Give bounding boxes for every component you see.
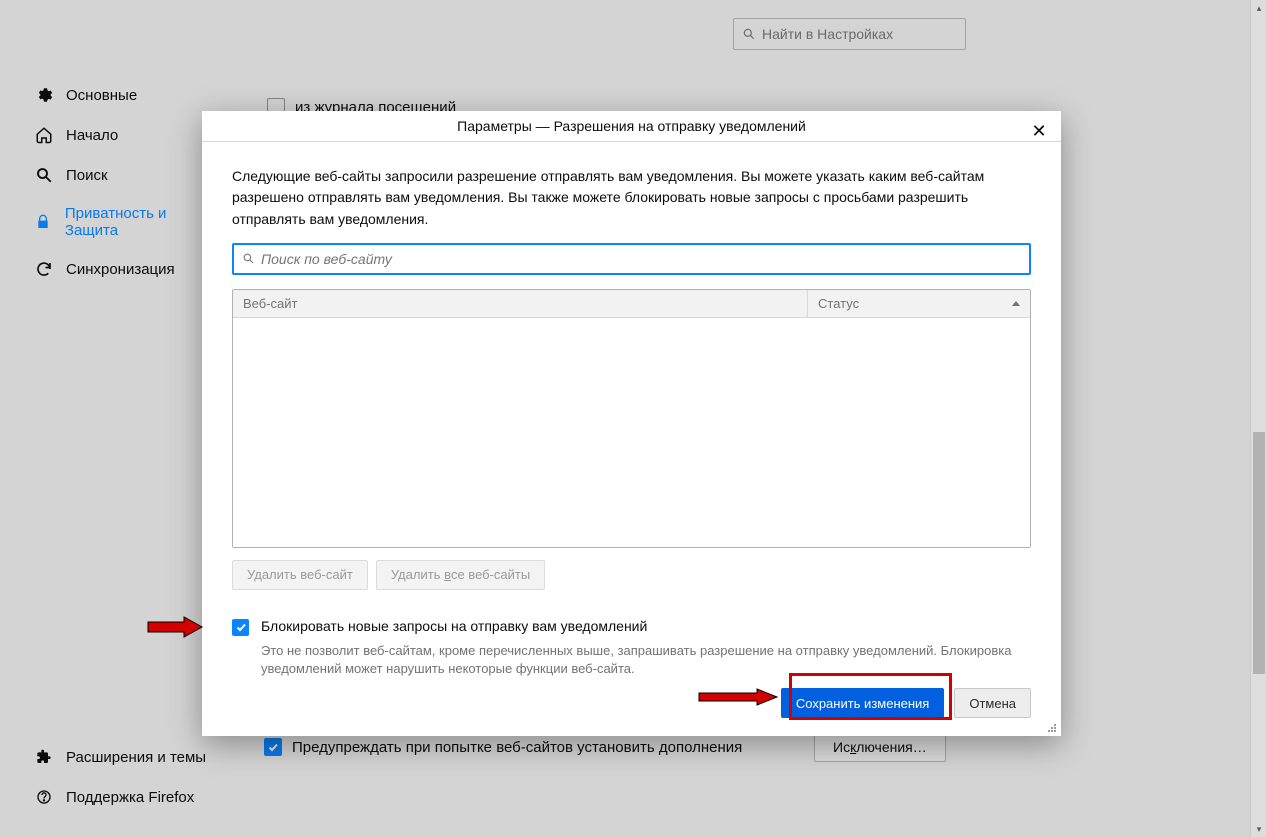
- scroll-down-icon[interactable]: ▾: [1251, 821, 1266, 837]
- dialog-title: Параметры — Разрешения на отправку уведо…: [457, 118, 806, 134]
- block-new-requests-row: Блокировать новые запросы на отправку ва…: [232, 618, 1031, 636]
- notification-permissions-dialog: Параметры — Разрешения на отправку уведо…: [202, 111, 1061, 736]
- block-checkbox-hint: Это не позволит веб-сайтам, кроме перечи…: [261, 642, 1031, 678]
- settings-search[interactable]: Найти в Настройках: [733, 18, 966, 50]
- sync-icon: [34, 259, 54, 279]
- gear-icon: [34, 85, 54, 105]
- sidebar-item-privacy[interactable]: Приватность и Защита: [0, 195, 225, 249]
- exceptions-button[interactable]: Исключения…: [814, 732, 946, 762]
- sidebar-item-label: Поддержка Firefox: [66, 789, 194, 806]
- help-icon: [34, 787, 54, 807]
- sidebar-item-home[interactable]: Начало: [0, 115, 225, 155]
- sidebar-item-search[interactable]: Поиск: [0, 155, 225, 195]
- website-search-field[interactable]: [261, 251, 1021, 267]
- block-checkbox[interactable]: [232, 619, 249, 636]
- search-icon: [34, 165, 54, 185]
- remove-all-websites-button[interactable]: Удалить все веб-сайты: [376, 560, 545, 590]
- sidebar-item-label: Поиск: [66, 167, 108, 184]
- cancel-button[interactable]: Отмена: [954, 688, 1031, 718]
- sidebar-item-support[interactable]: Поддержка Firefox: [0, 777, 225, 817]
- block-checkbox-label: Блокировать новые запросы на отправку ва…: [261, 618, 647, 634]
- website-search-input[interactable]: [232, 243, 1031, 275]
- dialog-description: Следующие веб-сайты запросили разрешение…: [232, 166, 1031, 231]
- permissions-table: Веб-сайт Статус: [232, 289, 1031, 548]
- remove-website-button[interactable]: Удалить веб-сайт: [232, 560, 368, 590]
- settings-sidebar: Основные Начало Поиск Приватность и Защи…: [0, 0, 225, 837]
- sidebar-item-sync[interactable]: Синхронизация: [0, 249, 225, 289]
- sidebar-item-extensions[interactable]: Расширения и темы: [0, 737, 225, 777]
- permissions-table-body: [233, 318, 1030, 547]
- close-button[interactable]: ✕: [1027, 119, 1051, 143]
- sidebar-item-label: Расширения и темы: [66, 749, 206, 766]
- home-icon: [34, 125, 54, 145]
- close-icon: ✕: [1031, 121, 1046, 142]
- page-scrollbar[interactable]: ▴ ▾: [1250, 0, 1266, 837]
- checkbox-checked-icon: [264, 738, 282, 756]
- dialog-header: Параметры — Разрешения на отправку уведо…: [202, 111, 1061, 142]
- sidebar-item-label: Приватность и Защита: [65, 205, 215, 239]
- sidebar-item-label: Начало: [66, 127, 118, 144]
- scrollbar-thumb[interactable]: [1253, 432, 1265, 674]
- sidebar-item-label: Синхронизация: [66, 261, 175, 278]
- search-icon: [242, 252, 255, 265]
- save-button[interactable]: Сохранить изменения: [781, 688, 945, 718]
- checkbox-label: Предупреждать при попытке веб-сайтов уст…: [292, 739, 742, 756]
- search-icon: [742, 27, 756, 41]
- search-placeholder: Найти в Настройках: [762, 26, 893, 42]
- scroll-up-icon[interactable]: ▴: [1251, 0, 1266, 16]
- puzzle-icon: [34, 747, 54, 767]
- sort-asc-icon: [1012, 301, 1020, 306]
- column-header-website[interactable]: Веб-сайт: [233, 290, 808, 317]
- lock-icon: [34, 212, 53, 232]
- column-header-status[interactable]: Статус: [808, 290, 1030, 317]
- sidebar-item-label: Основные: [66, 87, 137, 104]
- sidebar-item-general[interactable]: Основные: [0, 75, 225, 115]
- resize-grip-icon[interactable]: [1046, 721, 1058, 733]
